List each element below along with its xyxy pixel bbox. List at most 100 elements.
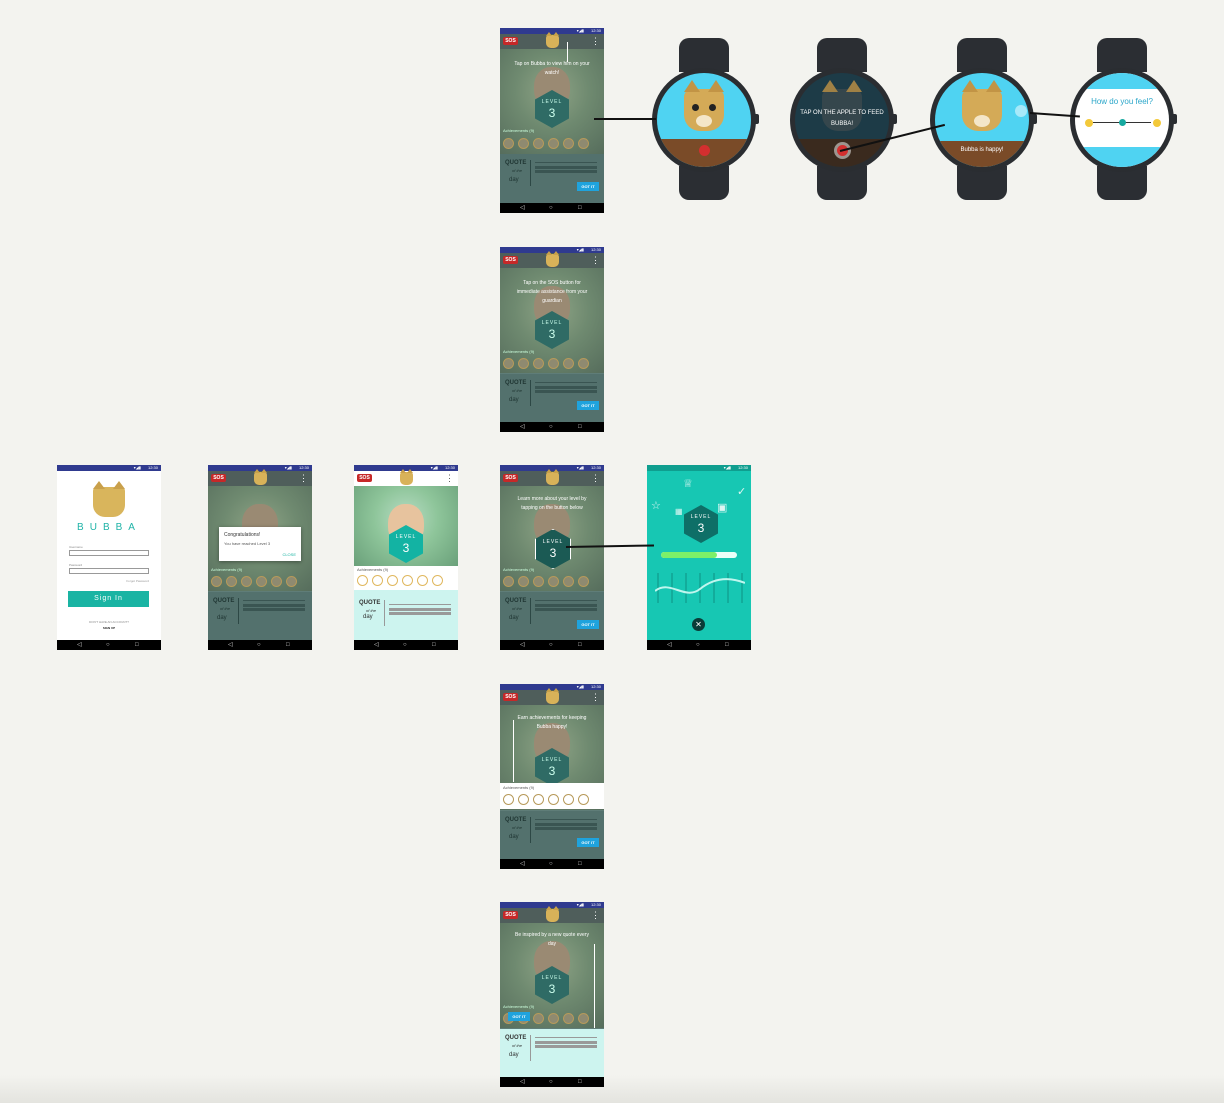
recents-icon[interactable]: □: [432, 640, 436, 650]
achievement-icon[interactable]: [372, 575, 383, 586]
gotit-button[interactable]: GOT IT: [508, 1012, 530, 1021]
overflow-menu-icon[interactable]: ⋮: [591, 255, 600, 265]
achievement-icon[interactable]: [533, 1013, 544, 1024]
happy-face-icon[interactable]: [1153, 119, 1161, 127]
back-icon[interactable]: ◁: [520, 422, 525, 432]
achievement-icon[interactable]: [548, 576, 559, 587]
watch-face[interactable]: How do you feel?: [1075, 73, 1169, 167]
bubba-avatar-button[interactable]: [546, 32, 559, 48]
achievement-icon[interactable]: [503, 576, 514, 587]
achievement-icon[interactable]: [578, 358, 589, 369]
home-icon[interactable]: ○: [106, 640, 110, 650]
achievement-icon[interactable]: [578, 138, 589, 149]
home-icon[interactable]: ○: [549, 640, 553, 650]
home-icon[interactable]: ○: [696, 640, 700, 650]
bubba-avatar-button[interactable]: [254, 469, 267, 485]
achievement-icon[interactable]: [417, 575, 428, 586]
achievement-icon[interactable]: [226, 576, 237, 587]
watch-face[interactable]: [657, 73, 751, 167]
achievement-icon[interactable]: [548, 358, 559, 369]
bubba-avatar-button[interactable]: [546, 906, 559, 922]
back-icon[interactable]: ◁: [520, 203, 525, 213]
back-icon[interactable]: ◁: [520, 1077, 525, 1087]
achievement-icon[interactable]: [387, 575, 398, 586]
achievement-icon[interactable]: [563, 358, 574, 369]
achievement-icon[interactable]: [503, 358, 514, 369]
gotit-button[interactable]: GOT IT: [577, 182, 599, 191]
overflow-menu-icon[interactable]: ⋮: [445, 473, 454, 483]
achievement-icon[interactable]: [503, 794, 514, 805]
signin-button[interactable]: Sign In: [68, 591, 149, 607]
bubba-avatar-button[interactable]: [546, 469, 559, 485]
watch-crown[interactable]: [1171, 114, 1177, 124]
recents-icon[interactable]: □: [578, 203, 582, 213]
gotit-button[interactable]: GOT IT: [577, 401, 599, 410]
achievement-icon[interactable]: [518, 358, 529, 369]
mood-slider-knob[interactable]: [1119, 119, 1126, 126]
bubba-avatar-button[interactable]: [546, 251, 559, 267]
achievement-icon[interactable]: [533, 794, 544, 805]
sos-button[interactable]: SOS: [503, 693, 518, 701]
bubba-avatar-button[interactable]: [400, 469, 413, 485]
gotit-button[interactable]: GOT IT: [577, 620, 599, 629]
gotit-button[interactable]: GOT IT: [577, 838, 599, 847]
achievement-icon[interactable]: [518, 138, 529, 149]
recents-icon[interactable]: □: [286, 640, 290, 650]
sos-button[interactable]: SOS: [357, 474, 372, 482]
overflow-menu-icon[interactable]: ⋮: [299, 473, 308, 483]
back-icon[interactable]: ◁: [520, 640, 525, 650]
achievement-icon[interactable]: [533, 358, 544, 369]
achievement-icon[interactable]: [548, 794, 559, 805]
sos-button[interactable]: SOS: [503, 474, 518, 482]
signup-link[interactable]: SIGN UP: [57, 626, 161, 630]
achievement-icon[interactable]: [548, 1013, 559, 1024]
achievement-icon[interactable]: [432, 575, 443, 586]
achievement-icon[interactable]: [518, 794, 529, 805]
back-icon[interactable]: ◁: [667, 640, 672, 650]
recents-icon[interactable]: □: [578, 859, 582, 869]
apple-icon[interactable]: [699, 145, 710, 156]
achievement-icon[interactable]: [241, 576, 252, 587]
back-icon[interactable]: ◁: [77, 640, 82, 650]
achievement-icon[interactable]: [563, 1013, 574, 1024]
watch-crown[interactable]: [753, 114, 759, 124]
achievement-icon[interactable]: [578, 576, 589, 587]
sos-button[interactable]: SOS: [503, 37, 518, 45]
watch-crown[interactable]: [891, 114, 897, 124]
bubba-cat[interactable]: [684, 80, 724, 131]
achievement-icon[interactable]: [533, 138, 544, 149]
watch-face[interactable]: TAP ON THE APPLE TO FEED BUBBA!: [795, 73, 889, 167]
home-icon[interactable]: ○: [403, 640, 407, 650]
password-field[interactable]: [69, 568, 149, 574]
achievement-icon[interactable]: [211, 576, 222, 587]
achievement-icon[interactable]: [271, 576, 282, 587]
home-icon[interactable]: ○: [549, 1077, 553, 1087]
home-icon[interactable]: ○: [549, 859, 553, 869]
bubba-cat[interactable]: [962, 80, 1002, 131]
achievement-icon[interactable]: [518, 576, 529, 587]
dialog-close-button[interactable]: CLOSE: [282, 552, 296, 557]
home-icon[interactable]: ○: [549, 203, 553, 213]
back-icon[interactable]: ◁: [520, 859, 525, 869]
achievement-icon[interactable]: [357, 575, 368, 586]
watch-face[interactable]: Bubba is happy!: [935, 73, 1029, 167]
username-field[interactable]: [69, 550, 149, 556]
achievement-icon[interactable]: [563, 794, 574, 805]
recents-icon[interactable]: □: [725, 640, 729, 650]
achievement-icon[interactable]: [563, 576, 574, 587]
achievement-icon[interactable]: [402, 575, 413, 586]
back-icon[interactable]: ◁: [374, 640, 379, 650]
sos-button[interactable]: SOS: [211, 474, 226, 482]
achievement-icon[interactable]: [548, 138, 559, 149]
forgot-password-link[interactable]: Forgot Password: [126, 579, 149, 583]
overflow-menu-icon[interactable]: ⋮: [591, 910, 600, 920]
achievement-icon[interactable]: [533, 576, 544, 587]
recents-icon[interactable]: □: [578, 1077, 582, 1087]
achievement-icon[interactable]: [256, 576, 267, 587]
sad-face-icon[interactable]: [1085, 119, 1093, 127]
achievement-icon[interactable]: [578, 1013, 589, 1024]
home-icon[interactable]: ○: [257, 640, 261, 650]
overflow-menu-icon[interactable]: ⋮: [591, 692, 600, 702]
back-icon[interactable]: ◁: [228, 640, 233, 650]
watch-crown[interactable]: [1031, 114, 1037, 124]
